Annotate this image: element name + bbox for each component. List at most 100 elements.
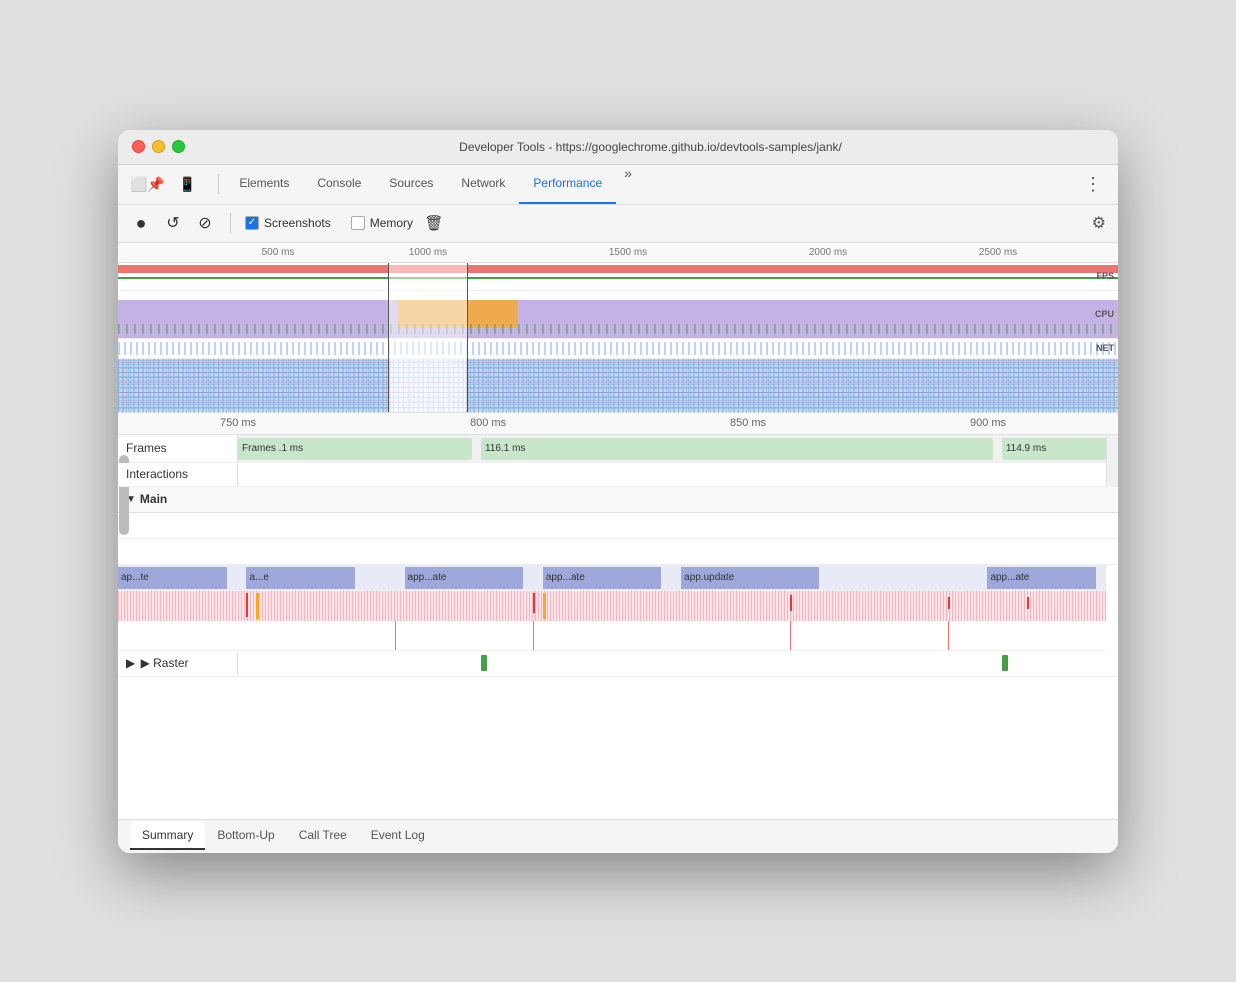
tab-summary[interactable]: Summary — [130, 822, 205, 850]
scrollbar-3 — [1098, 486, 1110, 512]
frames-row: Frames Frames .1 ms 116.1 ms 114.9 ms — [118, 435, 1118, 463]
net-track: NET — [118, 339, 1118, 359]
close-button[interactable] — [132, 140, 145, 153]
frame-block-1[interactable]: Frames .1 ms — [238, 438, 472, 460]
vertical-lines-row — [118, 621, 1106, 651]
titlebar: Developer Tools - https://googlechrome.g… — [118, 130, 1118, 165]
tab-console[interactable]: Console — [303, 165, 375, 204]
screenshots-checkbox-label[interactable]: ✓ Screenshots — [245, 216, 331, 230]
toolbar-sep-1 — [230, 213, 231, 233]
interactions-content — [238, 463, 1106, 486]
ruler-tick-2500: 2500 ms — [979, 247, 1017, 258]
cpu-green-dots — [118, 324, 1118, 334]
bottom-tabs: Summary Bottom-Up Call Tree Event Log — [118, 819, 1118, 853]
maximize-button[interactable] — [172, 140, 185, 153]
raster-block-1 — [481, 655, 487, 671]
overview-panel: 500 ms 1000 ms 1500 ms 2000 ms 2500 ms F… — [118, 243, 1118, 413]
tick-900: 900 ms — [970, 417, 1006, 429]
fps-track: FPS — [118, 263, 1118, 291]
frame-block-1-label: Frames .1 ms — [242, 443, 303, 454]
red-spike-4 — [948, 597, 950, 609]
net-dots — [118, 342, 1118, 355]
vline-1 — [395, 621, 396, 650]
overview-tracks: FPS CPU NET — [118, 263, 1118, 413]
yellow-spike-2 — [543, 593, 546, 619]
micro-bars-row: ap...te a...e app...ate app...ate app.up… — [118, 565, 1106, 591]
raster-text: ▶ Raster — [141, 656, 189, 670]
fps-red-bar — [118, 265, 1118, 273]
scrollbar-2 — [1106, 463, 1118, 486]
tick-800: 800 ms — [470, 417, 506, 429]
tab-more[interactable]: » — [616, 165, 640, 204]
vline-3 — [790, 621, 791, 650]
micro-bar-6[interactable]: app...ate — [987, 567, 1096, 589]
window-title: Developer Tools - https://googlechrome.g… — [197, 140, 1104, 154]
frame-block-3-label: 114.9 ms — [1006, 443, 1046, 454]
tick-750: 750 ms — [220, 417, 256, 429]
tab-network[interactable]: Network — [447, 165, 519, 204]
traffic-lights — [132, 140, 185, 153]
net-label: NET — [1096, 343, 1114, 353]
ruler-tick-1000: 1000 ms — [409, 247, 447, 258]
flame-row-2: Function....js:61) Function Call (app.js… — [118, 539, 1118, 565]
timeline-ruler: 750 ms 800 ms 850 ms 900 ms — [118, 413, 1118, 435]
screenshots-grid — [118, 359, 1118, 413]
micro-bar-4[interactable]: app...ate — [543, 567, 662, 589]
main-content: 750 ms 800 ms 850 ms 900 ms Frames Frame… — [118, 413, 1118, 853]
cpu-track: CPU — [118, 291, 1118, 339]
inspect-icon[interactable]: ⬜📌 — [126, 172, 169, 197]
selection-overlay[interactable] — [388, 263, 468, 413]
interactions-row: Interactions — [118, 463, 1118, 487]
micro-bar-1[interactable]: ap...te — [118, 567, 227, 589]
frame-block-2-label: 116.1 ms — [485, 443, 525, 454]
frame-block-2[interactable]: 116.1 ms — [481, 438, 993, 460]
micro-bar-3[interactable]: app...ate — [405, 567, 524, 589]
raster-label[interactable]: ▶ ▶ Raster — [118, 652, 238, 674]
pattern-stripes — [118, 591, 1106, 621]
settings-icon[interactable]: ⚙ — [1092, 213, 1106, 233]
tab-sources[interactable]: Sources — [375, 165, 447, 204]
screenshots-track — [118, 359, 1118, 413]
red-spike-3 — [790, 595, 792, 611]
micro-bar-2[interactable]: a...e — [246, 567, 355, 589]
clear-button[interactable]: ⊘ — [194, 212, 216, 234]
ruler-tick-500: 500 ms — [262, 247, 295, 258]
devtools-window: Developer Tools - https://googlechrome.g… — [118, 130, 1118, 853]
scrollbar[interactable] — [1106, 435, 1118, 462]
fps-green-line — [118, 277, 1118, 279]
reload-button[interactable]: ↺ — [162, 212, 184, 234]
tab-divider — [218, 174, 219, 194]
checkmark-icon: ✓ — [248, 218, 256, 228]
frame-block-3[interactable]: 114.9 ms — [1002, 438, 1106, 460]
memory-checkbox[interactable] — [351, 216, 365, 230]
tick-850: 850 ms — [730, 417, 766, 429]
frames-label: Frames — [118, 435, 238, 462]
tab-elements[interactable]: Elements — [225, 165, 303, 204]
ruler-tick-2000: 2000 ms — [809, 247, 847, 258]
ruler-tick-1500: 1500 ms — [609, 247, 647, 258]
minimize-button[interactable] — [152, 140, 165, 153]
tabs: Elements Console Sources Network Perform… — [225, 165, 640, 204]
memory-label: Memory — [370, 216, 413, 230]
toolbar: ● ↺ ⊘ ✓ Screenshots Memory 🗑 ⚙ — [118, 205, 1118, 243]
tab-performance[interactable]: Performance — [519, 165, 616, 204]
device-icon[interactable]: 📱 — [175, 172, 200, 197]
yellow-spike-1 — [256, 593, 259, 619]
overview-ruler: 500 ms 1000 ms 1500 ms 2000 ms 2500 ms — [118, 243, 1118, 263]
raster-content — [238, 651, 1106, 676]
main-section-header[interactable]: ▼ Main — [118, 487, 1118, 513]
raster-row: ▶ ▶ Raster — [118, 651, 1118, 677]
tab-event-log[interactable]: Event Log — [359, 822, 437, 850]
micro-bar-5[interactable]: app.update — [681, 567, 819, 589]
raster-collapse-icon: ▶ — [126, 656, 135, 670]
tab-bottom-up[interactable]: Bottom-Up — [205, 822, 286, 850]
trash-button[interactable]: 🗑 — [423, 212, 445, 234]
red-spike-2 — [533, 593, 535, 613]
track-container: Frames Frames .1 ms 116.1 ms 114.9 ms — [118, 435, 1118, 819]
screenshots-checkbox[interactable]: ✓ — [245, 216, 259, 230]
memory-checkbox-label[interactable]: Memory — [351, 216, 413, 230]
tab-menu-icon[interactable]: ⋮ — [1076, 170, 1110, 199]
record-button[interactable]: ● — [130, 212, 152, 234]
vline-2 — [533, 621, 534, 650]
tab-call-tree[interactable]: Call Tree — [287, 822, 359, 850]
